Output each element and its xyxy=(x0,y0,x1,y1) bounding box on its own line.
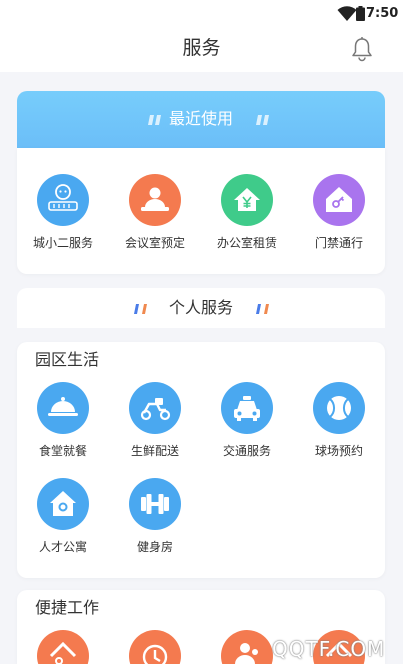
service-item-work-shortcut[interactable] xyxy=(17,630,109,664)
recent-used-banner: 最近使用 xyxy=(17,91,385,148)
apartment-icon xyxy=(37,478,89,530)
dumbbell-icon xyxy=(129,478,181,530)
personal-services-header: 个人服务 xyxy=(17,288,385,328)
cloche-icon xyxy=(37,382,89,434)
section-park-life: 园区生活 食堂就餐 生鲜配送 交通服务 球场预约 人才公寓 健身房 xyxy=(17,342,385,578)
service-item-label: 生鲜配送 xyxy=(130,444,179,458)
status-bar: 7:50 xyxy=(0,0,403,28)
bell-icon[interactable] xyxy=(350,36,374,62)
access-key-icon xyxy=(313,174,365,226)
service-item-court-booking[interactable]: 球场预约 xyxy=(293,382,385,459)
service-item-canteen[interactable]: 食堂就餐 xyxy=(17,382,109,459)
title-decoration-icon xyxy=(256,304,269,314)
ball-icon xyxy=(313,382,365,434)
recent-item-access-control[interactable]: 门禁通行 xyxy=(293,174,385,251)
service-item-label: 交通服务 xyxy=(222,444,271,458)
service-item-label: 健身房 xyxy=(136,540,173,554)
section-title: 便捷工作 xyxy=(35,598,100,617)
recent-item-city-service[interactable]: 城小二服务 xyxy=(17,174,109,251)
recent-item-meeting-room[interactable]: 会议室预定 xyxy=(109,174,201,251)
service-item-talent-apartment[interactable]: 人才公寓 xyxy=(17,478,109,555)
service-item-transport[interactable]: 交通服务 xyxy=(201,382,293,459)
status-time: 7:50 xyxy=(366,6,399,21)
page-title: 服务 xyxy=(182,37,221,59)
service-item-fresh-delivery[interactable]: 生鲜配送 xyxy=(109,382,201,459)
service-item-label: 食堂就餐 xyxy=(38,444,87,458)
battery-icon xyxy=(356,6,365,21)
recent-item-office-rent[interactable]: 办公室租赁 xyxy=(201,174,293,251)
watermark: QQTF.COM xyxy=(272,637,386,661)
meeting-room-icon xyxy=(129,174,181,226)
clock-icon xyxy=(129,630,181,664)
recent-item-label: 会议室预定 xyxy=(124,236,185,250)
taxi-icon xyxy=(221,382,273,434)
quote-mark-icon xyxy=(256,115,269,125)
service-item-gym[interactable]: 健身房 xyxy=(109,478,201,555)
person-icon xyxy=(221,630,273,664)
city-mascot-icon xyxy=(37,174,89,226)
service-item-label: 人才公寓 xyxy=(38,540,87,554)
recent-item-label: 办公室租赁 xyxy=(216,236,277,250)
recent-used-card: 城小二服务 会议室预定 办公室租赁 门禁通行 xyxy=(17,148,385,274)
work-shortcut-icon xyxy=(37,630,89,664)
service-item-label: 球场预约 xyxy=(314,444,363,458)
personal-services-title: 个人服务 xyxy=(168,298,233,317)
office-rent-icon xyxy=(221,174,273,226)
recent-item-label: 门禁通行 xyxy=(314,236,363,250)
scooter-icon xyxy=(129,382,181,434)
wifi-icon xyxy=(337,6,357,21)
section-title: 园区生活 xyxy=(35,350,100,369)
service-item-attendance[interactable] xyxy=(109,630,201,664)
page-header: 服务 xyxy=(0,28,403,72)
recent-item-label: 城小二服务 xyxy=(32,236,93,250)
recent-used-title: 最近使用 xyxy=(168,109,233,128)
